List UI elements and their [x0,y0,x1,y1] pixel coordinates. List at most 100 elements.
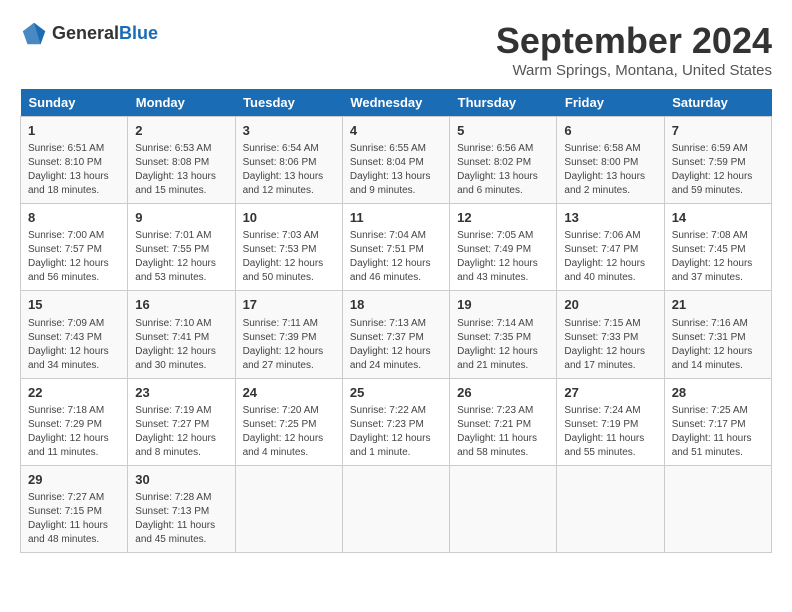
calendar-row-2: 8 Sunrise: 7:00 AMSunset: 7:57 PMDaylight… [21,204,772,291]
calendar-cell: 12 Sunrise: 7:05 AMSunset: 7:49 PMDayligh… [450,204,557,291]
day-info: Sunrise: 6:58 AMSunset: 8:00 PMDaylight:… [564,142,656,198]
day-number: 18 [350,296,442,314]
day-number: 19 [457,296,549,314]
calendar-row-1: 1 Sunrise: 6:51 AMSunset: 8:10 PMDaylight… [21,117,772,204]
header-sunday: Sunday [21,89,128,117]
calendar-cell: 6 Sunrise: 6:58 AMSunset: 8:00 PMDaylight… [557,117,664,204]
day-info: Sunrise: 7:18 AMSunset: 7:29 PMDaylight:… [28,404,120,460]
calendar-cell: 13 Sunrise: 7:06 AMSunset: 7:47 PMDayligh… [557,204,664,291]
day-number: 5 [457,122,549,140]
day-number: 6 [564,122,656,140]
header-tuesday: Tuesday [235,89,342,117]
day-info: Sunrise: 6:54 AMSunset: 8:06 PMDaylight:… [243,142,335,198]
day-info: Sunrise: 7:01 AMSunset: 7:55 PMDaylight:… [135,229,227,285]
page-header: GeneralBlue September 2024 Warm Springs,… [20,20,772,79]
calendar-cell [342,465,449,552]
logo-general: General [52,23,119,43]
calendar-row-3: 15 Sunrise: 7:09 AMSunset: 7:43 PMDayligh… [21,291,772,378]
day-number: 4 [350,122,442,140]
day-info: Sunrise: 7:16 AMSunset: 7:31 PMDaylight:… [672,317,764,373]
day-info: Sunrise: 7:10 AMSunset: 7:41 PMDaylight:… [135,317,227,373]
day-info: Sunrise: 6:59 AMSunset: 7:59 PMDaylight:… [672,142,764,198]
day-number: 26 [457,384,549,402]
calendar-table: SundayMondayTuesdayWednesdayThursdayFrid… [20,89,772,553]
header-wednesday: Wednesday [342,89,449,117]
calendar-cell [557,465,664,552]
day-number: 14 [672,209,764,227]
day-number: 28 [672,384,764,402]
calendar-cell: 20Sunrise: 7:15 AMSunset: 7:33 PMDayligh… [557,291,664,378]
day-info: Sunrise: 7:06 AMSunset: 7:47 PMDaylight:… [564,229,656,285]
calendar-cell: 4 Sunrise: 6:55 AMSunset: 8:04 PMDaylight… [342,117,449,204]
calendar-cell: 7Sunrise: 6:59 AMSunset: 7:59 PMDaylight… [664,117,771,204]
day-info: Sunrise: 7:11 AMSunset: 7:39 PMDaylight:… [243,317,335,373]
header-thursday: Thursday [450,89,557,117]
day-number: 15 [28,296,120,314]
calendar-cell: 2 Sunrise: 6:53 AMSunset: 8:08 PMDaylight… [128,117,235,204]
calendar-cell: 28 Sunrise: 7:25 AMSunset: 7:17 PMDayligh… [664,378,771,465]
day-info: Sunrise: 7:27 AMSunset: 7:15 PMDaylight:… [28,491,120,547]
day-info: Sunrise: 7:20 AMSunset: 7:25 PMDaylight:… [243,404,335,460]
day-info: Sunrise: 7:14 AMSunset: 7:35 PMDaylight:… [457,317,549,373]
day-number: 22 [28,384,120,402]
day-number: 13 [564,209,656,227]
day-info: Sunrise: 6:53 AMSunset: 8:08 PMDaylight:… [135,142,227,198]
logo: GeneralBlue [20,20,158,48]
logo-icon [20,20,48,48]
day-number: 1 [28,122,120,140]
day-info: Sunrise: 7:09 AMSunset: 7:43 PMDaylight:… [28,317,120,373]
day-number: 25 [350,384,442,402]
title-section: September 2024 Warm Springs, Montana, Un… [496,20,772,79]
calendar-cell: 11Sunrise: 7:04 AMSunset: 7:51 PMDayligh… [342,204,449,291]
calendar-cell: 17 Sunrise: 7:11 AMSunset: 7:39 PMDayligh… [235,291,342,378]
calendar-cell: 30 Sunrise: 7:28 AMSunset: 7:13 PMDayligh… [128,465,235,552]
calendar-cell: 10 Sunrise: 7:03 AMSunset: 7:53 PMDayligh… [235,204,342,291]
calendar-cell: 25Sunrise: 7:22 AMSunset: 7:23 PMDayligh… [342,378,449,465]
calendar-cell: 3 Sunrise: 6:54 AMSunset: 8:06 PMDaylight… [235,117,342,204]
day-info: Sunrise: 7:28 AMSunset: 7:13 PMDaylight:… [135,491,227,547]
calendar-cell: 14Sunrise: 7:08 AMSunset: 7:45 PMDayligh… [664,204,771,291]
calendar-cell: 1 Sunrise: 6:51 AMSunset: 8:10 PMDaylight… [21,117,128,204]
calendar-cell [664,465,771,552]
day-info: Sunrise: 6:55 AMSunset: 8:04 PMDaylight:… [350,142,442,198]
header-monday: Monday [128,89,235,117]
day-info: Sunrise: 6:51 AMSunset: 8:10 PMDaylight:… [28,142,120,198]
day-number: 20 [564,296,656,314]
day-number: 17 [243,296,335,314]
calendar-cell: 27Sunrise: 7:24 AMSunset: 7:19 PMDayligh… [557,378,664,465]
day-number: 10 [243,209,335,227]
day-number: 30 [135,471,227,489]
day-info: Sunrise: 6:56 AMSunset: 8:02 PMDaylight:… [457,142,549,198]
calendar-cell [235,465,342,552]
calendar-cell: 29 Sunrise: 7:27 AMSunset: 7:15 PMDayligh… [21,465,128,552]
calendar-cell: 26 Sunrise: 7:23 AMSunset: 7:21 PMDayligh… [450,378,557,465]
calendar-row-4: 22 Sunrise: 7:18 AMSunset: 7:29 PMDayligh… [21,378,772,465]
day-number: 9 [135,209,227,227]
calendar-cell: 24Sunrise: 7:20 AMSunset: 7:25 PMDayligh… [235,378,342,465]
calendar-cell: 5 Sunrise: 6:56 AMSunset: 8:02 PMDaylight… [450,117,557,204]
day-info: Sunrise: 7:19 AMSunset: 7:27 PMDaylight:… [135,404,227,460]
day-number: 21 [672,296,764,314]
day-number: 29 [28,471,120,489]
day-info: Sunrise: 7:24 AMSunset: 7:19 PMDaylight:… [564,404,656,460]
day-number: 23 [135,384,227,402]
calendar-cell: 23 Sunrise: 7:19 AMSunset: 7:27 PMDayligh… [128,378,235,465]
calendar-cell [450,465,557,552]
logo-blue: Blue [119,23,158,43]
day-number: 2 [135,122,227,140]
day-number: 8 [28,209,120,227]
day-number: 12 [457,209,549,227]
day-info: Sunrise: 7:23 AMSunset: 7:21 PMDaylight:… [457,404,549,460]
day-info: Sunrise: 7:03 AMSunset: 7:53 PMDaylight:… [243,229,335,285]
day-info: Sunrise: 7:13 AMSunset: 7:37 PMDaylight:… [350,317,442,373]
day-info: Sunrise: 7:00 AMSunset: 7:57 PMDaylight:… [28,229,120,285]
day-info: Sunrise: 7:25 AMSunset: 7:17 PMDaylight:… [672,404,764,460]
calendar-cell: 15 Sunrise: 7:09 AMSunset: 7:43 PMDayligh… [21,291,128,378]
calendar-cell: 21 Sunrise: 7:16 AMSunset: 7:31 PMDayligh… [664,291,771,378]
calendar-cell: 8 Sunrise: 7:00 AMSunset: 7:57 PMDaylight… [21,204,128,291]
day-number: 3 [243,122,335,140]
calendar-cell: 18 Sunrise: 7:13 AMSunset: 7:37 PMDayligh… [342,291,449,378]
day-info: Sunrise: 7:05 AMSunset: 7:49 PMDaylight:… [457,229,549,285]
day-number: 11 [350,209,442,227]
calendar-cell: 19 Sunrise: 7:14 AMSunset: 7:35 PMDayligh… [450,291,557,378]
